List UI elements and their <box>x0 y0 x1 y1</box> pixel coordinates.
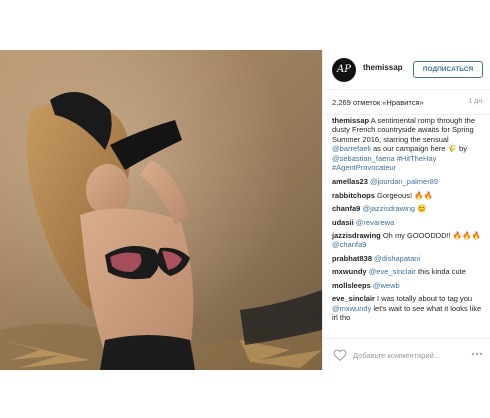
comment-text: 😊 <box>415 204 427 214</box>
comment: chanfa9 @jazzisdrawing 😊 <box>332 204 483 213</box>
comment-username[interactable]: eve_sinclair <box>332 294 375 303</box>
comment: rabbitchops Gorgeous! 🔥🔥 <box>332 191 483 200</box>
caption-mention[interactable]: @barrefaeli <box>332 144 371 153</box>
comment-mention[interactable]: @jazzisdrawing <box>362 204 415 213</box>
comment-username[interactable]: mollsleeps <box>332 281 371 290</box>
comment: amellas23 @jourdan_palmer89 <box>332 177 483 186</box>
likes-row: 2,269 отметок «Нравится» 1 дн. <box>323 90 490 115</box>
likes-count[interactable]: 2,269 отметок «Нравится» <box>332 98 424 107</box>
comment: mxwundy @eve_sinclair this kinda cute <box>332 267 483 276</box>
comment-text: this kinda cute <box>415 267 466 277</box>
comment: jazzisdrawing Oh my GOOODDD!! 🔥🔥🔥 <box>332 231 483 240</box>
comment-mention[interactable]: @revarewa <box>356 218 394 227</box>
caption-text: as our campaign here 🌾 by <box>370 144 467 154</box>
caption-hashtag[interactable]: #AgentProvocateur <box>332 163 396 172</box>
comment-mention[interactable]: @chanfa9 <box>332 240 366 249</box>
comment-mention[interactable]: @jourdan_palmer89 <box>370 177 438 186</box>
heart-icon[interactable] <box>333 348 347 362</box>
caption-hashtag[interactable]: #HitTheHay <box>397 154 437 163</box>
comment: mollsleeps @wewb <box>332 281 483 290</box>
follow-button[interactable]: ПОДПИСАТЬСЯ <box>413 61 483 78</box>
comment-username[interactable]: chanfa9 <box>332 204 360 213</box>
comment: udasii @revarewa <box>332 218 483 227</box>
post-timestamp[interactable]: 1 дн. <box>468 98 484 105</box>
comment-username[interactable]: amellas23 <box>332 177 368 186</box>
post-author-username[interactable]: themissap <box>363 63 403 72</box>
comment-username[interactable]: mxwundy <box>332 267 367 276</box>
post-sidebar: AP themissap ПОДПИСАТЬСЯ 2,269 отметок «… <box>322 50 490 370</box>
photo-image <box>0 92 322 370</box>
comment-username[interactable]: prabhat838 <box>332 254 372 263</box>
comment-mention[interactable]: @dishapatani <box>374 254 420 263</box>
comment-text: Oh my GOOODDD!! 🔥🔥🔥 <box>380 231 481 241</box>
comment-username[interactable]: rabbitchops <box>332 191 375 200</box>
comment-username[interactable]: udasii <box>332 218 354 227</box>
more-options-icon[interactable] <box>471 351 483 357</box>
comment-username[interactable]: jazzisdrawing <box>332 231 381 240</box>
caption: themissap A sentimental romp through the… <box>332 116 483 172</box>
comment-input[interactable] <box>353 347 453 363</box>
comments-list[interactable]: themissap A sentimental romp through the… <box>323 116 490 340</box>
comment: eve_sinclair I was totally about to tag … <box>332 294 483 322</box>
instagram-post: AP themissap ПОДПИСАТЬСЯ 2,269 отметок «… <box>0 50 490 370</box>
comment-bar <box>323 338 490 370</box>
comment-mention[interactable]: @mxwundy <box>332 304 371 313</box>
post-header: AP themissap ПОДПИСАТЬСЯ <box>323 50 490 90</box>
comment: @chanfa9 <box>332 240 483 249</box>
caption-username[interactable]: themissap <box>332 116 369 125</box>
comment-text: I was totally about to tag you <box>374 294 473 304</box>
comment: prabhat838 @dishapatani <box>332 254 483 263</box>
comment-text: Gorgeous! 🔥🔥 <box>374 190 433 200</box>
comment-mention[interactable]: @wewb <box>373 281 400 290</box>
avatar[interactable]: AP <box>332 58 356 82</box>
comment-mention[interactable]: @eve_sinclair <box>369 267 416 276</box>
post-photo[interactable] <box>0 50 322 370</box>
caption-mention[interactable]: @sebastian_faena <box>332 154 395 163</box>
